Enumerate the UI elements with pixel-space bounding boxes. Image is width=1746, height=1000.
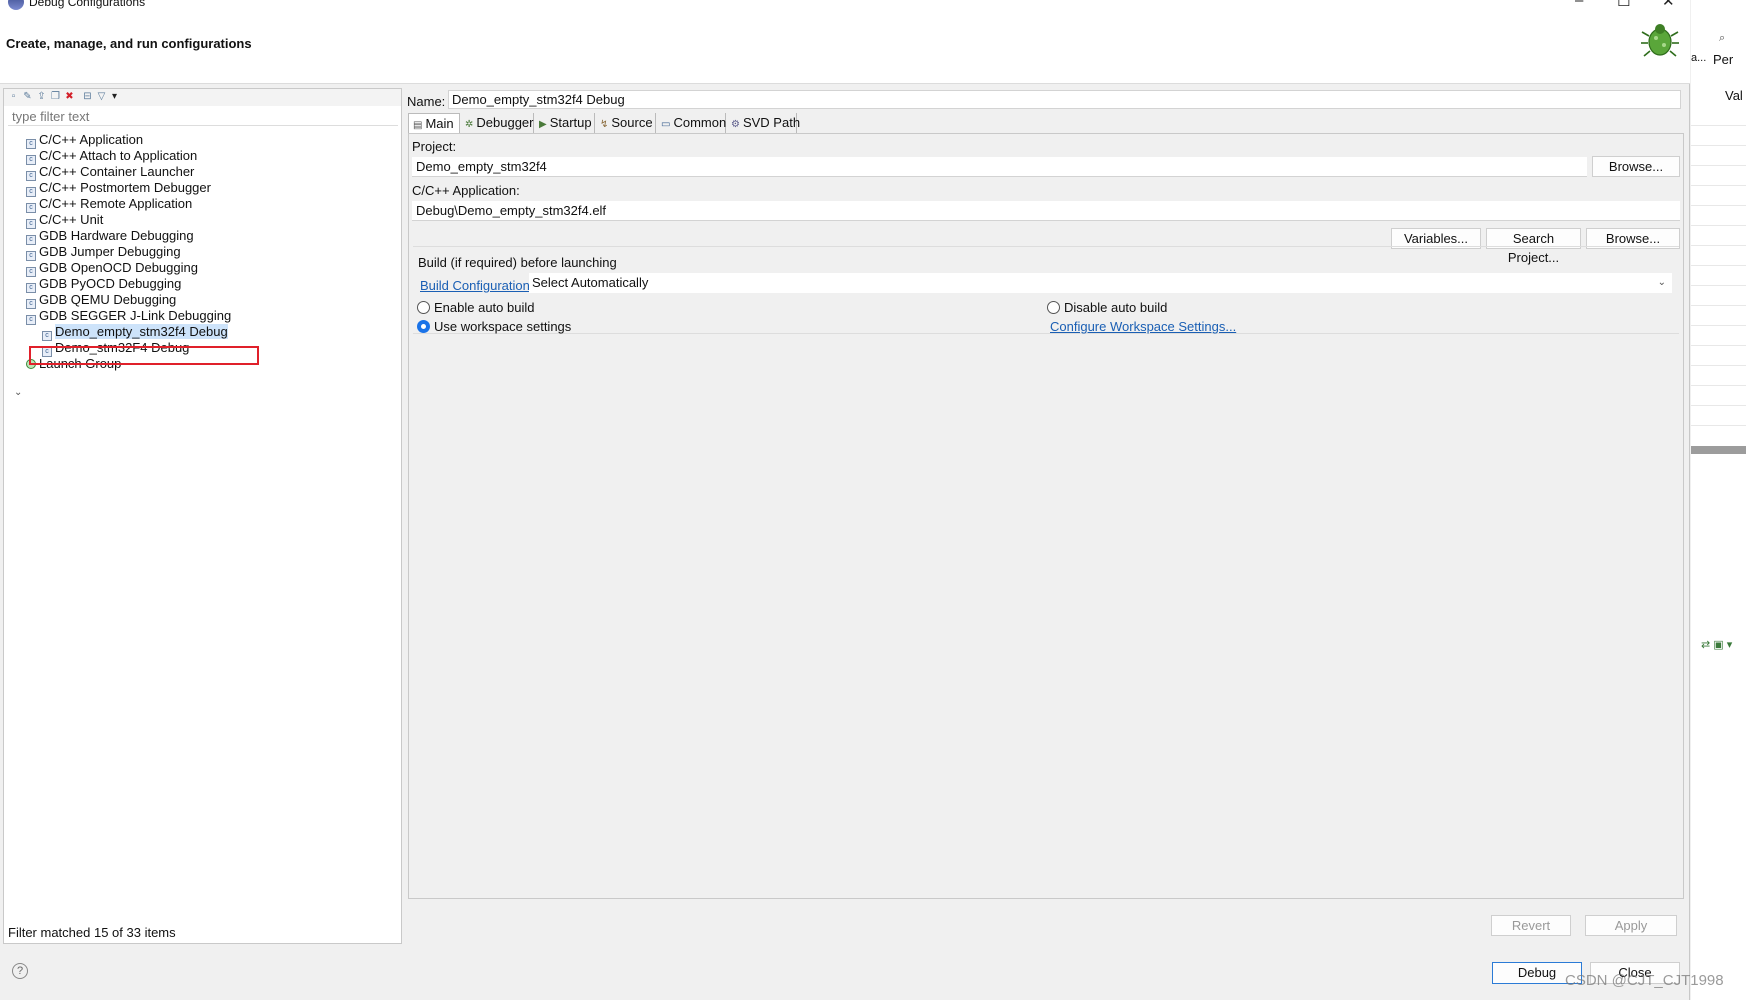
value-column-label: Val — [1725, 88, 1743, 103]
project-field[interactable]: Demo_empty_stm32f4 — [412, 157, 1587, 177]
export-icon[interactable]: ⇪ — [36, 91, 47, 102]
watermark: CSDN @CJT_CJT1998 — [1565, 972, 1724, 989]
chevron-down-icon[interactable]: ⌄ — [14, 387, 22, 398]
toolbar-icon[interactable]: ⇄ ▣ ▾ — [1701, 638, 1732, 651]
help-icon[interactable]: ? — [12, 963, 28, 979]
page-icon: ▤ — [413, 120, 423, 131]
apply-button[interactable]: Apply — [1585, 915, 1677, 936]
radio-off-icon — [1047, 301, 1060, 314]
application-label: C/C++ Application: — [412, 183, 520, 198]
svd-icon: ⚙ — [731, 119, 740, 130]
build-configuration-select[interactable]: Select Automatically ⌄ — [529, 273, 1672, 293]
project-label: Project: — [412, 139, 457, 154]
tab-source[interactable]: ↯ Source — [596, 113, 656, 133]
page-title: Create, manage, and run configurations — [6, 36, 252, 51]
tab-startup[interactable]: ▶ Startup — [535, 113, 595, 133]
build-group-label: Build (if required) before launching — [418, 255, 617, 270]
configuration-editor: Name: Demo_empty_stm32f4 Debug ▤ Main ✲ De… — [404, 88, 1684, 944]
name-label: Name: — [407, 94, 446, 109]
perspective-label: Per — [1713, 52, 1734, 67]
bug-icon — [1641, 24, 1679, 57]
selection-highlight — [29, 346, 259, 365]
maximize-button[interactable]: ☐ — [1617, 0, 1630, 10]
delete-icon[interactable]: ✖ — [64, 91, 75, 102]
view-menu-chevron-down-icon[interactable]: ▾ — [109, 91, 120, 102]
search-icon: ⌕ — [1719, 32, 1726, 44]
background-truncated-label: a... — [1691, 52, 1707, 64]
filter-input[interactable] — [8, 108, 398, 126]
new-prototype-icon[interactable]: ✎ — [22, 91, 33, 102]
tab-common[interactable]: ▭ Common — [657, 113, 726, 133]
build-configuration-link[interactable]: Build Configuration: — [420, 278, 533, 293]
collapse-all-icon[interactable]: ⊟ — [82, 91, 93, 102]
configuration-list-panel: ▫ ✎ ⇪ ❐ ✖ ⊟ ▽ ▾ ⌄ cC/C++ Application cC/… — [3, 88, 402, 944]
chevron-down-icon: ⌄ — [1657, 277, 1666, 288]
debugger-icon: ✲ — [465, 119, 474, 130]
gdb-jlink-icon: c — [26, 315, 36, 325]
background-ide-strip: a... ⌕ Per Val ⇄ ▣ ▾ — [1691, 0, 1746, 1000]
tab-svd-path[interactable]: ⚙ SVD Path — [727, 113, 800, 133]
close-window-button[interactable]: ✕ — [1662, 0, 1675, 10]
radio-on-icon — [417, 320, 430, 333]
minimize-button[interactable]: – — [1575, 0, 1583, 9]
application-field[interactable]: Debug\Demo_empty_stm32f4.elf — [412, 201, 1680, 221]
title-bar: Debug Configurations – ☐ ✕ — [0, 0, 1690, 14]
revert-button[interactable]: Revert — [1491, 915, 1571, 936]
tab-debugger[interactable]: ✲ Debugger — [461, 113, 534, 133]
tab-main[interactable]: ▤ Main — [408, 113, 460, 133]
common-icon: ▭ — [661, 119, 671, 130]
use-workspace-settings-radio[interactable]: Use workspace settings — [417, 319, 571, 334]
new-config-icon[interactable]: ▫ — [8, 91, 19, 102]
main-tab-content: Project: Demo_empty_stm32f4 Browse... C/… — [408, 133, 1684, 899]
scrollbar[interactable] — [1691, 446, 1746, 454]
name-field[interactable]: Demo_empty_stm32f4 Debug — [448, 90, 1681, 109]
list-toolbar: ▫ ✎ ⇪ ❐ ✖ ⊟ ▽ ▾ — [4, 89, 401, 106]
filter-icon[interactable]: ▽ — [96, 91, 107, 102]
window-title: Debug Configurations — [29, 0, 146, 9]
duplicate-icon[interactable]: ❐ — [50, 91, 61, 102]
debug-configurations-dialog: Debug Configurations – ☐ ✕ Create, manag… — [0, 0, 1690, 1000]
source-icon: ↯ — [600, 119, 609, 130]
enable-auto-build-radio[interactable]: Enable auto build — [417, 300, 534, 315]
play-icon: ▶ — [539, 119, 547, 130]
disable-auto-build-radio[interactable]: Disable auto build — [1047, 300, 1167, 315]
filter-status: Filter matched 15 of 33 items — [8, 925, 176, 940]
configure-workspace-settings-link[interactable]: Configure Workspace Settings... — [1050, 319, 1236, 334]
radio-off-icon — [417, 301, 430, 314]
eclipse-icon — [8, 0, 24, 10]
dialog-header: Create, manage, and run configurations — [0, 14, 1690, 84]
browse-project-button[interactable]: Browse... — [1592, 156, 1680, 177]
